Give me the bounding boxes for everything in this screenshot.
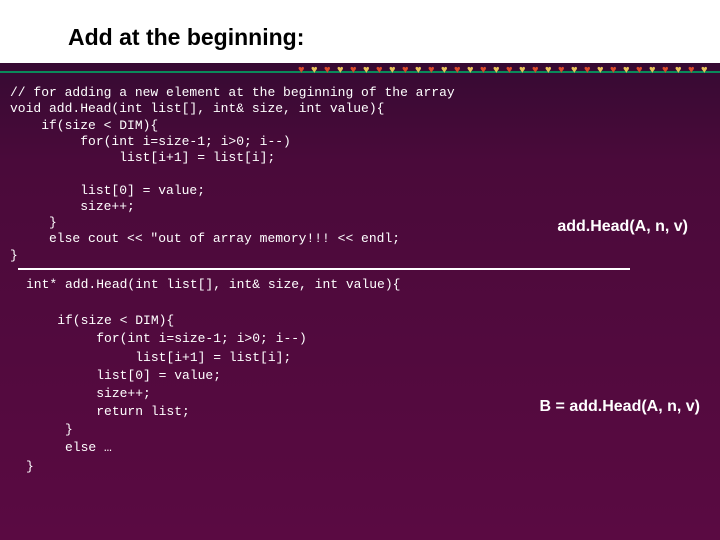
heart-icon — [571, 65, 582, 76]
heart-icon — [584, 65, 595, 76]
heart-icon — [506, 65, 517, 76]
heart-icon — [467, 65, 478, 76]
heart-icon — [701, 65, 712, 76]
heart-icon — [376, 65, 387, 76]
heart-icon — [662, 65, 673, 76]
heart-icon — [480, 65, 491, 76]
heart-icon — [428, 65, 439, 76]
heart-icon — [311, 65, 322, 76]
heart-icon — [558, 65, 569, 76]
heart-icon — [597, 65, 608, 76]
hearts-row — [298, 65, 712, 79]
heart-icon — [636, 65, 647, 76]
decorative-divider — [0, 65, 720, 79]
heart-icon — [324, 65, 335, 76]
code-block-1: // for adding a new element at the begin… — [0, 79, 720, 264]
heart-icon — [415, 65, 426, 76]
heart-icon — [402, 65, 413, 76]
heart-icon — [493, 65, 504, 76]
heart-icon — [350, 65, 361, 76]
slide-title: Add at the beginning: — [0, 0, 720, 63]
callout-addhead: add.Head(A, n, v) — [557, 218, 688, 236]
separator-line — [18, 268, 630, 270]
heart-icon — [337, 65, 348, 76]
heart-icon — [675, 65, 686, 76]
callout-assignment: B = add.Head(A, n, v) — [540, 398, 700, 416]
heart-icon — [649, 65, 660, 76]
heart-icon — [610, 65, 621, 76]
heart-icon — [688, 65, 699, 76]
heart-icon — [389, 65, 400, 76]
heart-icon — [363, 65, 374, 76]
heart-icon — [532, 65, 543, 76]
heart-icon — [519, 65, 530, 76]
heart-icon — [623, 65, 634, 76]
heart-icon — [454, 65, 465, 76]
code-block-2: int* add.Head(int list[], int& size, int… — [0, 272, 720, 476]
heart-icon — [545, 65, 556, 76]
heart-icon — [441, 65, 452, 76]
heart-icon — [298, 65, 309, 76]
